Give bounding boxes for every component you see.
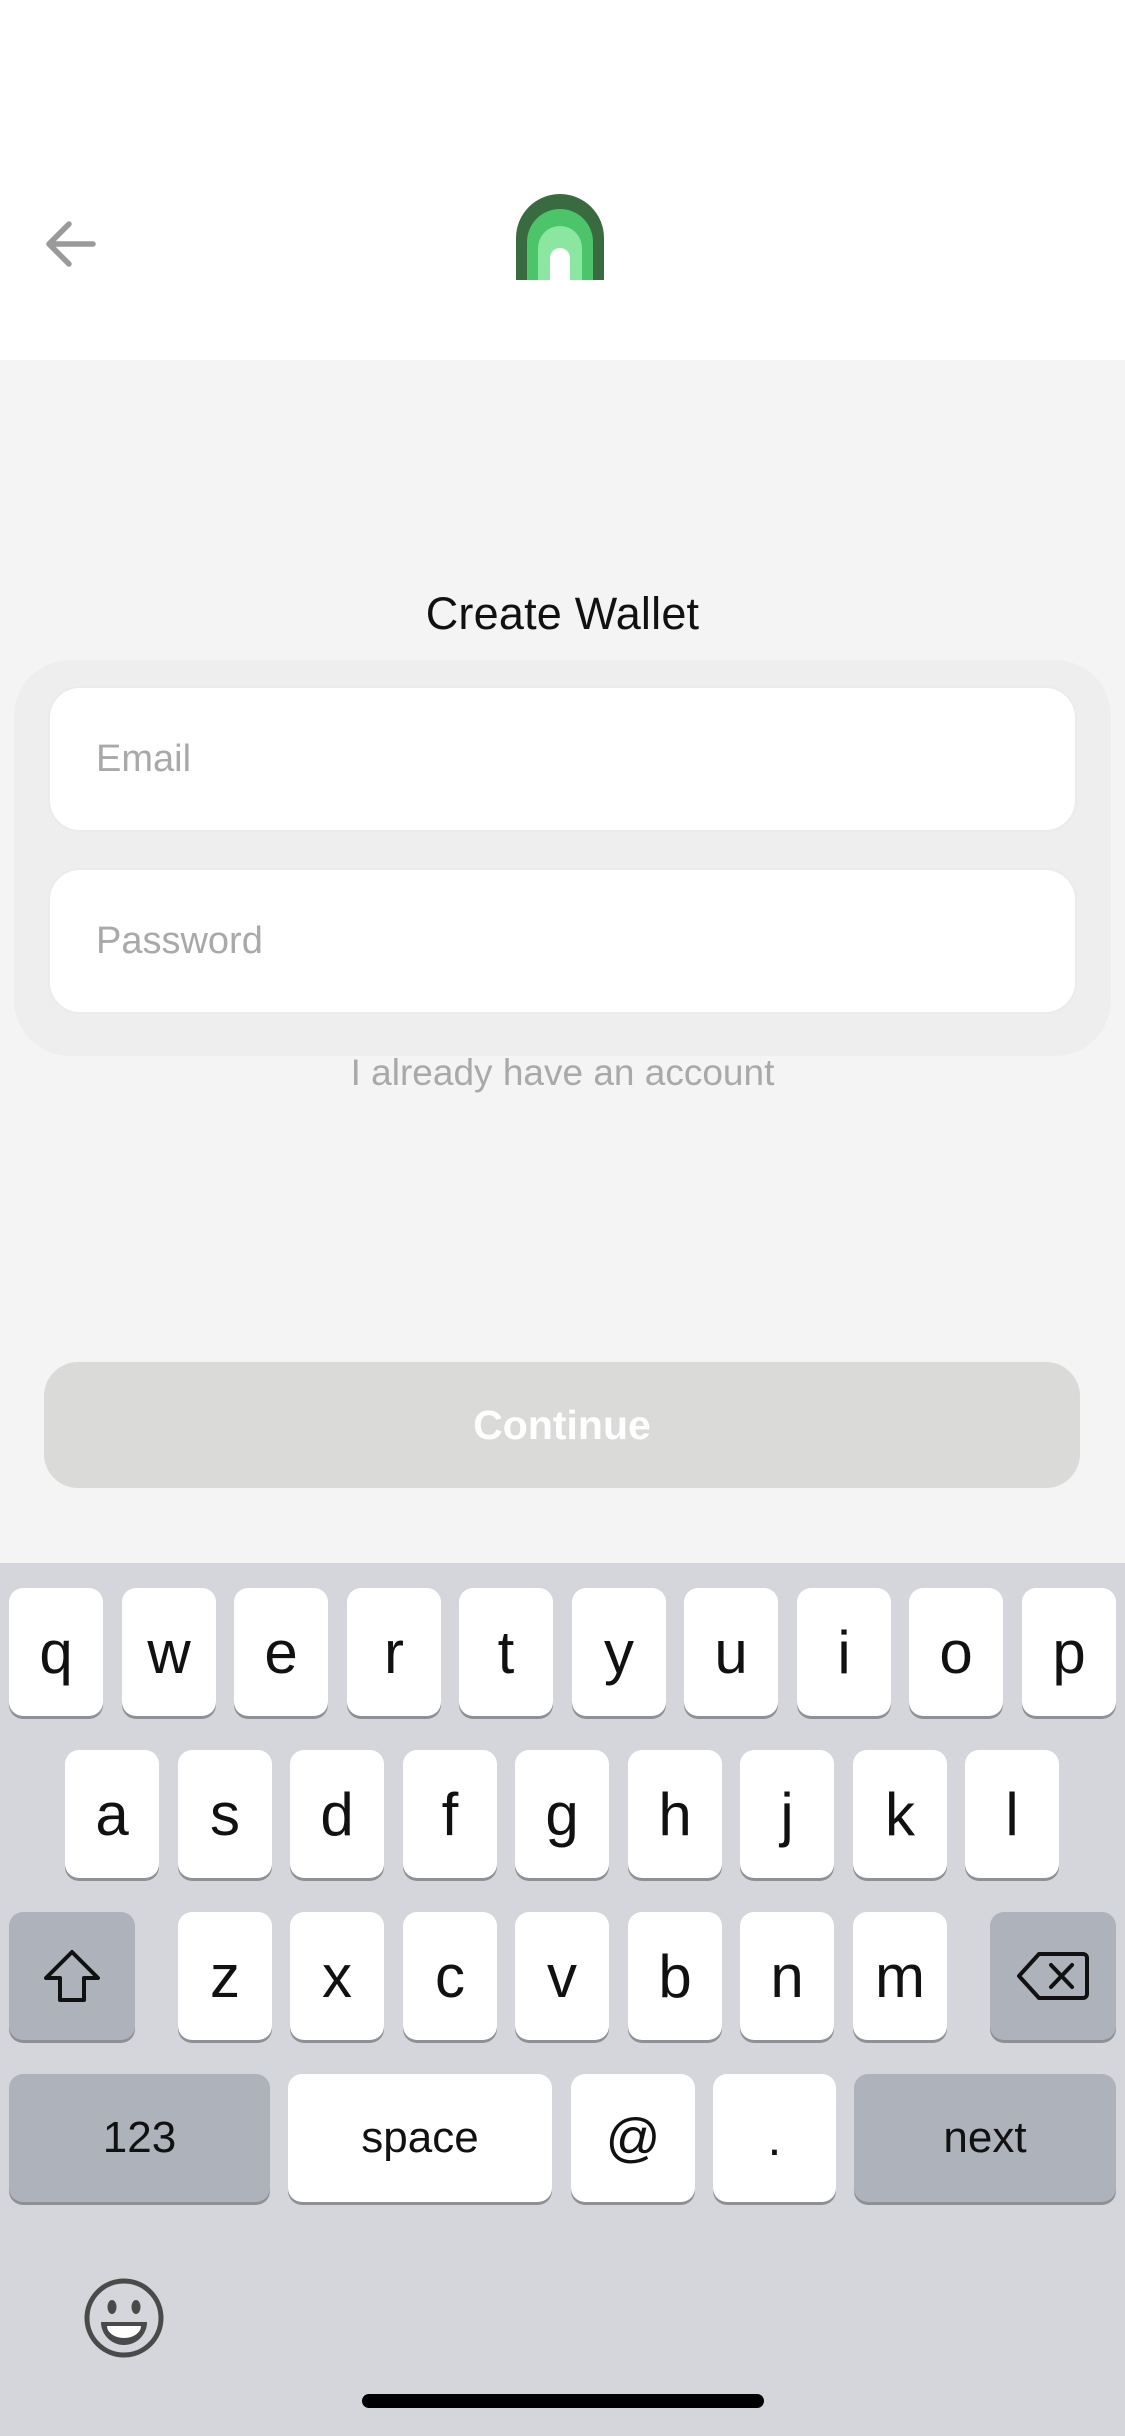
key-y[interactable]: y xyxy=(572,1588,666,1716)
key-p[interactable]: p xyxy=(1022,1588,1116,1716)
continue-button[interactable]: Continue xyxy=(44,1362,1080,1488)
emoji-icon[interactable] xyxy=(82,2276,166,2360)
key-s[interactable]: s xyxy=(178,1750,272,1878)
header xyxy=(0,0,1125,360)
shift-key[interactable] xyxy=(9,1912,135,2040)
numbers-key[interactable]: 123 xyxy=(9,2074,270,2202)
key-x[interactable]: x xyxy=(290,1912,384,2040)
delete-key[interactable] xyxy=(990,1912,1116,2040)
arrow-left-icon xyxy=(46,221,96,267)
key-h[interactable]: h xyxy=(628,1750,722,1878)
wallet-arch-logo-icon xyxy=(516,194,604,280)
key-w[interactable]: w xyxy=(122,1588,216,1716)
email-input[interactable] xyxy=(96,737,1075,781)
existing-account-link[interactable]: I already have an account xyxy=(0,1052,1125,1094)
key-v[interactable]: v xyxy=(515,1912,609,2040)
backspace-icon xyxy=(1017,1952,1089,2000)
dot-key[interactable]: . xyxy=(713,2074,836,2202)
password-field[interactable] xyxy=(48,868,1077,1014)
key-m[interactable]: m xyxy=(853,1912,947,2040)
key-u[interactable]: u xyxy=(684,1588,778,1716)
email-field[interactable] xyxy=(48,686,1077,832)
key-d[interactable]: d xyxy=(290,1750,384,1878)
key-j[interactable]: j xyxy=(740,1750,834,1878)
key-f[interactable]: f xyxy=(403,1750,497,1878)
create-wallet-screen: Create Wallet I already have an account … xyxy=(0,0,1125,2436)
key-r[interactable]: r xyxy=(347,1588,441,1716)
key-c[interactable]: c xyxy=(403,1912,497,2040)
key-e[interactable]: e xyxy=(234,1588,328,1716)
space-key[interactable]: space xyxy=(288,2074,552,2202)
key-a[interactable]: a xyxy=(65,1750,159,1878)
shift-icon xyxy=(44,1950,100,2002)
keyboard: q w e r t y u i o p a s d f g h j k l z … xyxy=(0,1563,1125,2436)
key-b[interactable]: b xyxy=(628,1912,722,2040)
password-input[interactable] xyxy=(96,919,1075,963)
next-key[interactable]: next xyxy=(854,2074,1116,2202)
key-t[interactable]: t xyxy=(459,1588,553,1716)
key-n[interactable]: n xyxy=(740,1912,834,2040)
key-o[interactable]: o xyxy=(909,1588,1003,1716)
key-l[interactable]: l xyxy=(965,1750,1059,1878)
key-i[interactable]: i xyxy=(797,1588,891,1716)
page-title: Create Wallet xyxy=(425,588,700,639)
key-k[interactable]: k xyxy=(853,1750,947,1878)
home-indicator xyxy=(362,2394,764,2408)
key-g[interactable]: g xyxy=(515,1750,609,1878)
at-key[interactable]: @ xyxy=(571,2074,695,2202)
key-z[interactable]: z xyxy=(178,1912,272,2040)
back-button[interactable] xyxy=(34,208,106,280)
key-q[interactable]: q xyxy=(9,1588,103,1716)
